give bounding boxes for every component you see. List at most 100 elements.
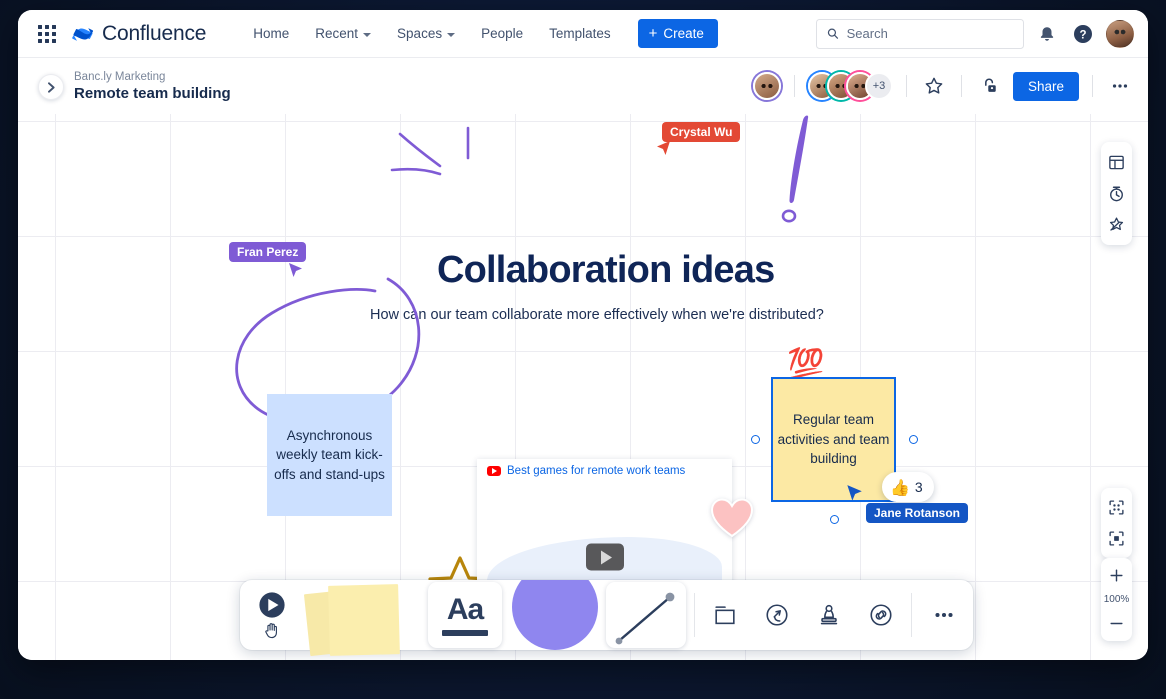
board-title[interactable]: Collaboration ideas <box>437 249 774 292</box>
collaborator-overflow-count[interactable]: +3 <box>865 72 893 100</box>
nav-item-templates[interactable]: Templates <box>536 20 624 47</box>
right-rail-fit <box>1101 488 1132 558</box>
play-icon[interactable] <box>586 544 624 571</box>
shape-circle <box>512 580 598 650</box>
right-rail-tools <box>1101 142 1132 245</box>
nav-item-label: People <box>481 26 523 41</box>
toolbar-select-group[interactable] <box>240 580 304 650</box>
search-box[interactable] <box>816 19 1024 49</box>
resize-handle-right[interactable] <box>909 435 918 444</box>
heart-shape[interactable] <box>710 497 754 539</box>
sticky-note-blue[interactable]: Asynchronous weekly team kick-offs and s… <box>267 394 392 516</box>
zoom-in-button[interactable] <box>1101 560 1132 591</box>
zoom-level-label[interactable]: 100% <box>1104 591 1130 608</box>
user-avatar[interactable] <box>1106 20 1134 48</box>
layout-panel-icon[interactable] <box>1101 147 1132 178</box>
divider <box>961 75 962 97</box>
sticky-note-text: Asynchronous weekly team kick-offs and s… <box>267 426 392 485</box>
nav-item-people[interactable]: People <box>468 20 536 47</box>
magic-wand-icon[interactable] <box>1101 209 1132 240</box>
smart-section-tool[interactable] <box>751 580 803 650</box>
cursor-fran-perez: Fran Perez <box>229 242 306 262</box>
search-input[interactable] <box>847 26 1013 41</box>
svg-text:?: ? <box>1079 29 1086 41</box>
cursor-label: Crystal Wu <box>662 122 740 142</box>
collaborator-avatar[interactable] <box>753 72 781 100</box>
cursor-pointer-icon <box>655 140 673 158</box>
sticky-note-yellow[interactable]: Regular team activities and team buildin… <box>771 377 896 502</box>
line-tool[interactable] <box>602 580 690 650</box>
avatar-eyes <box>760 81 774 91</box>
confluence-logo[interactable]: Confluence <box>72 22 206 46</box>
sticky-note-text: Regular team activities and team buildin… <box>773 410 894 469</box>
notification-bell-icon[interactable] <box>1034 21 1060 47</box>
resize-handle-left[interactable] <box>751 435 760 444</box>
more-tools[interactable] <box>916 580 972 650</box>
frame-tool[interactable] <box>699 580 751 650</box>
create-button-label: Create <box>663 26 704 41</box>
nav-item-label: Spaces <box>397 26 442 41</box>
more-horizontal-icon[interactable] <box>1106 72 1134 100</box>
link-tool[interactable] <box>855 580 907 650</box>
reaction-badge[interactable]: 👍 3 <box>882 472 934 502</box>
nav-right-group: ? <box>816 19 1134 49</box>
sticky-note-front <box>328 584 400 656</box>
link-icon[interactable] <box>859 593 903 637</box>
cursor-pointer-icon <box>286 262 304 280</box>
stamp-tool[interactable] <box>803 580 855 650</box>
zoom-to-selection-icon[interactable] <box>1101 523 1132 554</box>
video-card-header: Best games for remote work teams <box>477 459 732 483</box>
frame-icon[interactable] <box>703 593 747 637</box>
shape-tool[interactable] <box>508 580 602 650</box>
cursor-label: Fran Perez <box>229 242 306 262</box>
sticky-note-tool[interactable] <box>304 580 422 650</box>
youtube-icon <box>487 466 501 476</box>
hundred-points-emoji[interactable]: 💯 <box>787 350 824 380</box>
page-title[interactable]: Remote team building <box>74 85 231 102</box>
sparkle-scribble-decoration <box>388 122 498 202</box>
global-navigation: Confluence Home Recent Spaces People Tem… <box>18 10 1148 57</box>
zoom-out-button[interactable] <box>1101 608 1132 639</box>
nav-item-home[interactable]: Home <box>240 20 302 47</box>
whiteboard-toolbar: Aa <box>240 580 973 650</box>
cursor-label: Jane Rotanson <box>866 503 968 523</box>
timer-icon[interactable] <box>1101 178 1132 209</box>
text-tool[interactable]: Aa <box>422 580 508 650</box>
plus-icon <box>1109 568 1124 583</box>
brand-name: Confluence <box>102 22 206 46</box>
chevron-right-icon <box>47 82 56 93</box>
stamp-icon[interactable] <box>807 593 851 637</box>
chevron-down-icon <box>363 33 371 37</box>
board-subtitle[interactable]: How can our team collaborate more effect… <box>370 307 824 323</box>
create-button[interactable]: + Create <box>638 19 718 48</box>
zoom-to-fit-icon[interactable] <box>1101 492 1132 523</box>
nav-links: Home Recent Spaces People Templates <box>240 20 623 47</box>
nav-item-recent[interactable]: Recent <box>302 20 384 47</box>
app-window: Confluence Home Recent Spaces People Tem… <box>18 10 1148 660</box>
minus-icon <box>1109 616 1124 631</box>
whiteboard-canvas[interactable]: Collaboration ideas How can our team col… <box>18 114 1148 660</box>
more-horizontal-icon[interactable] <box>922 593 966 637</box>
share-button[interactable]: Share <box>1013 72 1079 101</box>
lock-unlocked-icon[interactable] <box>975 72 1003 100</box>
app-switcher-icon[interactable] <box>36 23 58 45</box>
confluence-mark-icon <box>72 23 94 45</box>
hand-tool-icon[interactable] <box>263 621 281 639</box>
expand-sidebar-button[interactable] <box>38 74 64 100</box>
text-tool-label: Aa <box>447 595 483 625</box>
star-outline-icon[interactable] <box>920 72 948 100</box>
select-tool-icon[interactable] <box>258 591 286 619</box>
nav-item-spaces[interactable]: Spaces <box>384 20 468 47</box>
video-title[interactable]: Best games for remote work teams <box>507 465 685 477</box>
nav-item-label: Home <box>253 26 289 41</box>
resize-handle-bottom[interactable] <box>830 515 839 524</box>
smart-section-icon[interactable] <box>755 593 799 637</box>
thumbs-up-emoji: 👍 <box>890 478 910 497</box>
divider <box>794 75 795 97</box>
text-underline-bar <box>442 630 488 636</box>
reaction-count: 3 <box>915 479 923 495</box>
nav-item-label: Templates <box>549 26 611 41</box>
breadcrumb-space[interactable]: Banc.ly Marketing <box>74 71 231 83</box>
zoom-controls: 100% <box>1101 558 1132 641</box>
help-question-icon[interactable]: ? <box>1070 21 1096 47</box>
